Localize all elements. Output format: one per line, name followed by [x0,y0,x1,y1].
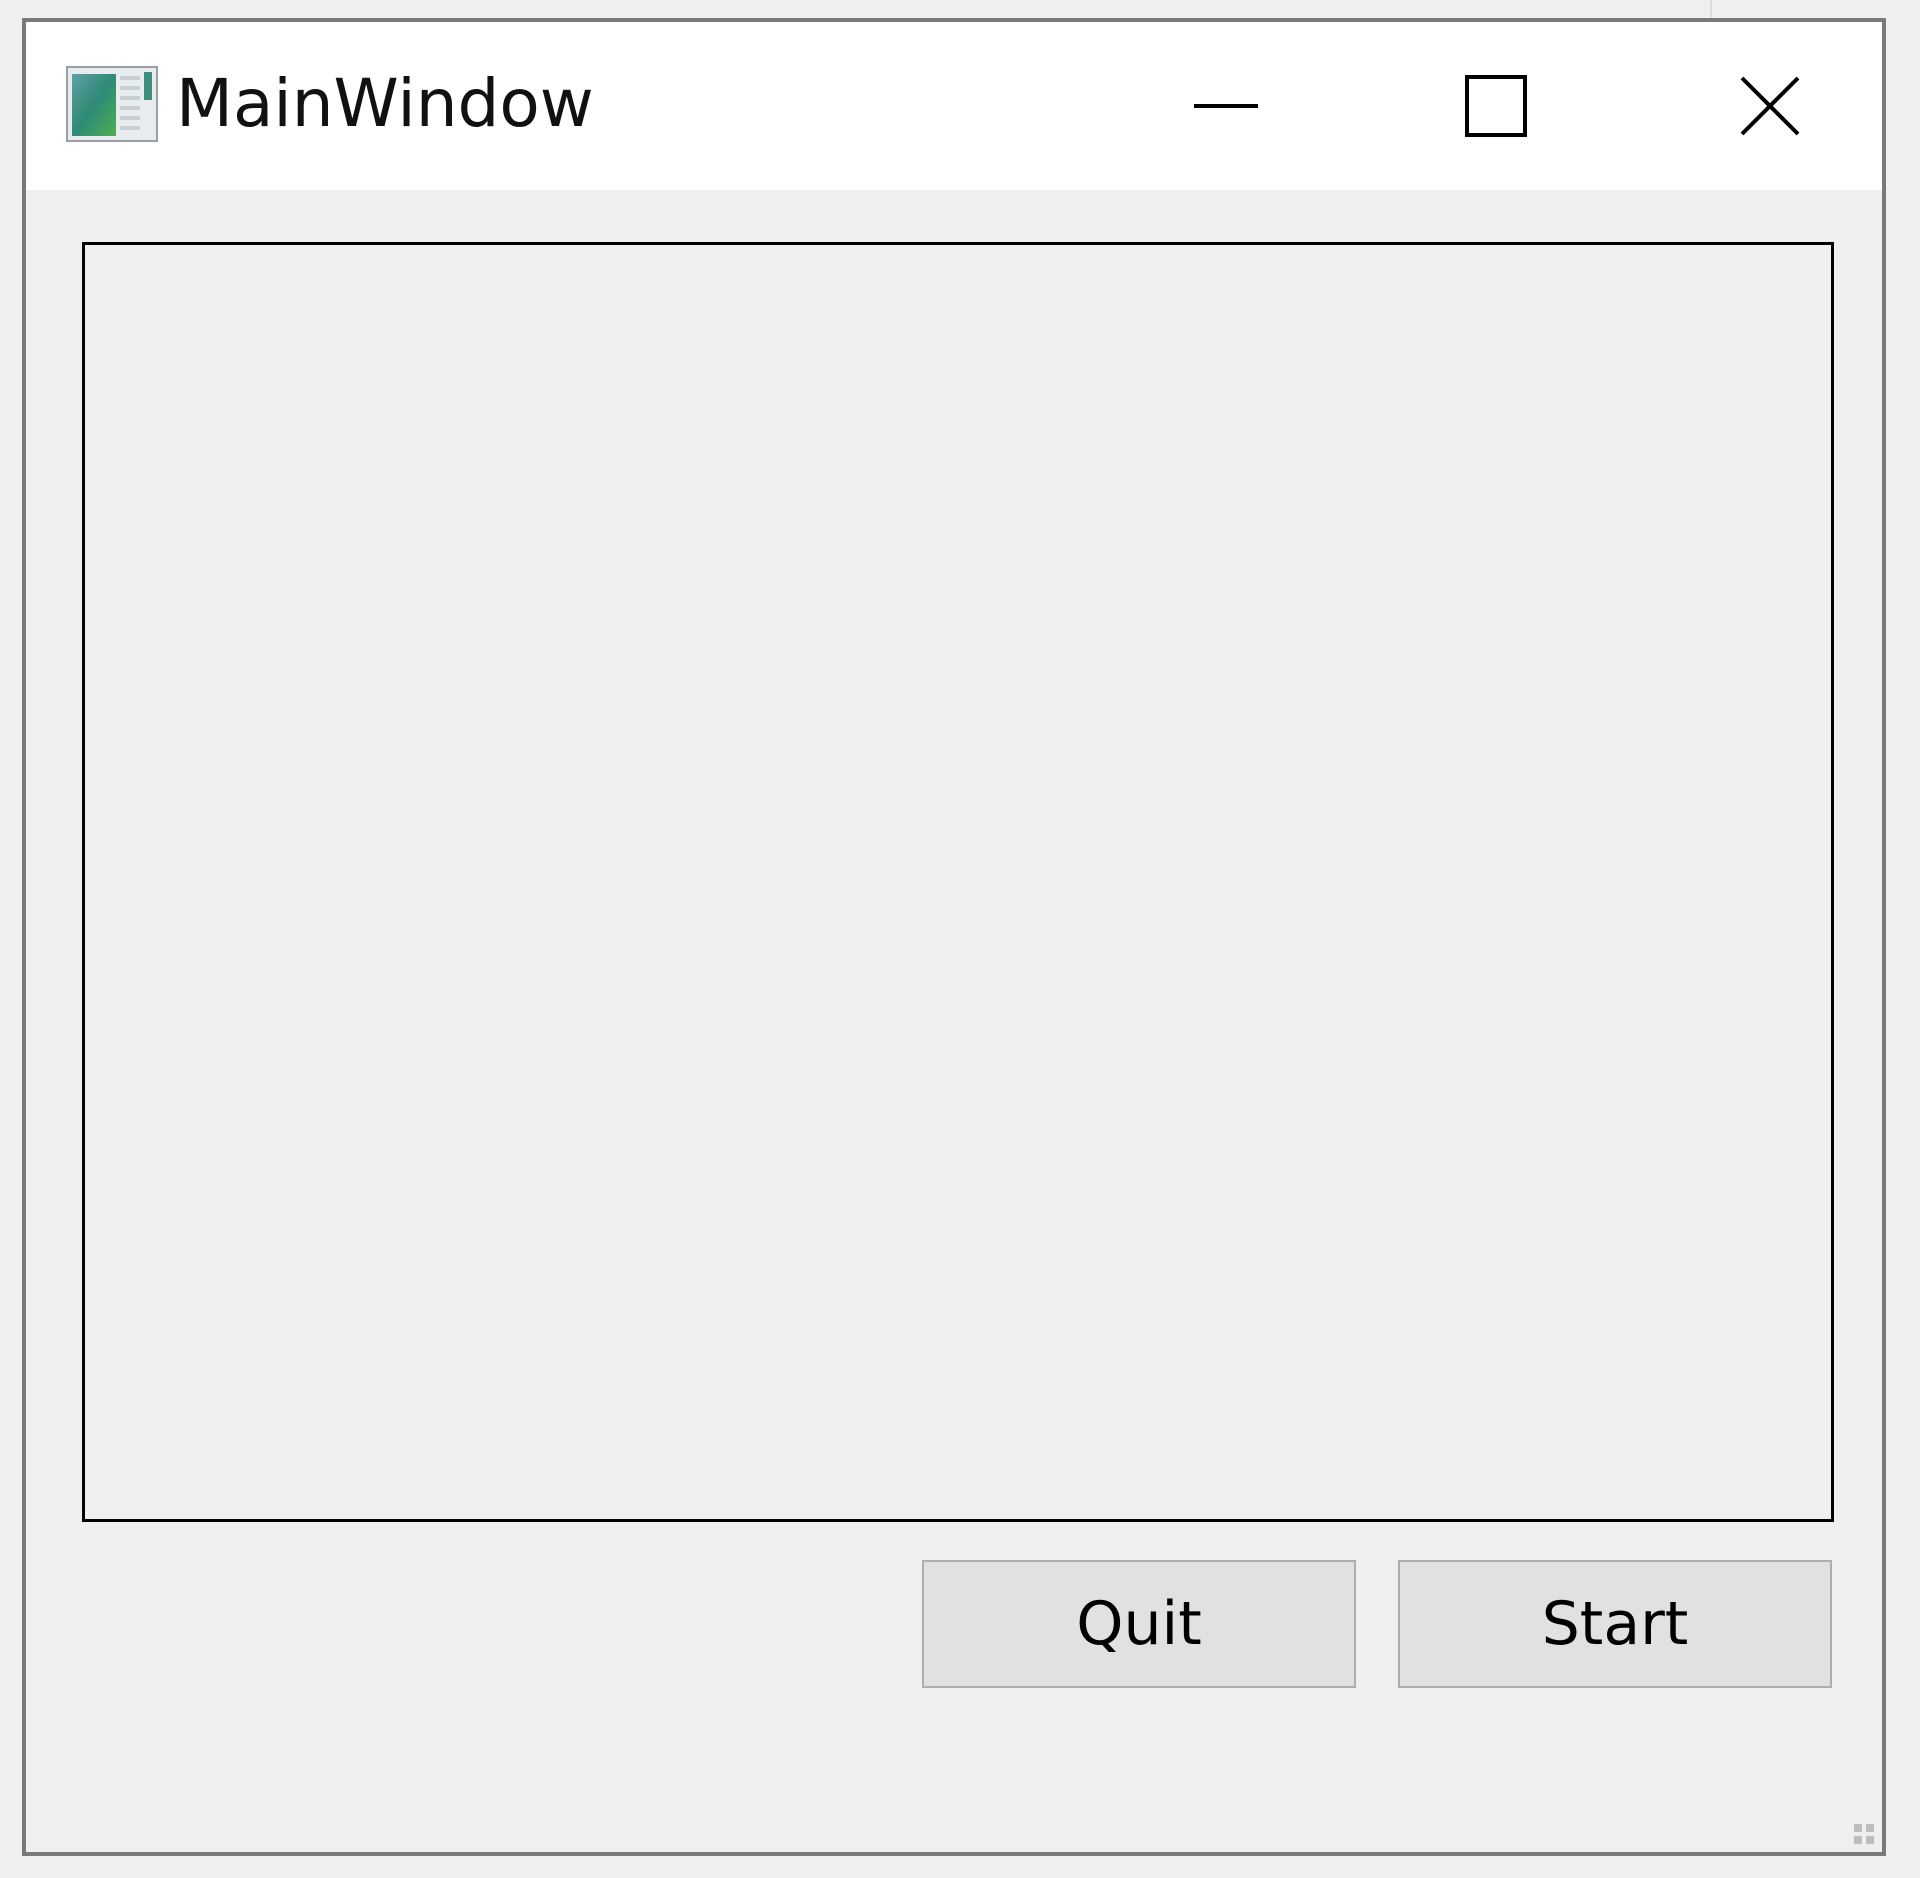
title-bar[interactable]: MainWindow [26,22,1882,190]
main-window: MainWindow Quit Start [22,18,1886,1856]
start-button[interactable]: Start [1398,1560,1832,1688]
close-icon [1740,76,1800,136]
window-title: MainWindow [176,65,594,142]
maximize-icon [1465,75,1527,137]
maximize-button[interactable] [1386,22,1606,190]
minimize-icon [1194,104,1258,108]
size-grip-icon[interactable] [1844,1814,1874,1844]
minimize-button[interactable] [1116,22,1336,190]
app-window-icon [66,66,158,142]
background-edge [1710,0,1712,18]
close-button[interactable] [1660,22,1880,190]
quit-button[interactable]: Quit [922,1560,1356,1688]
display-area [82,242,1834,1522]
